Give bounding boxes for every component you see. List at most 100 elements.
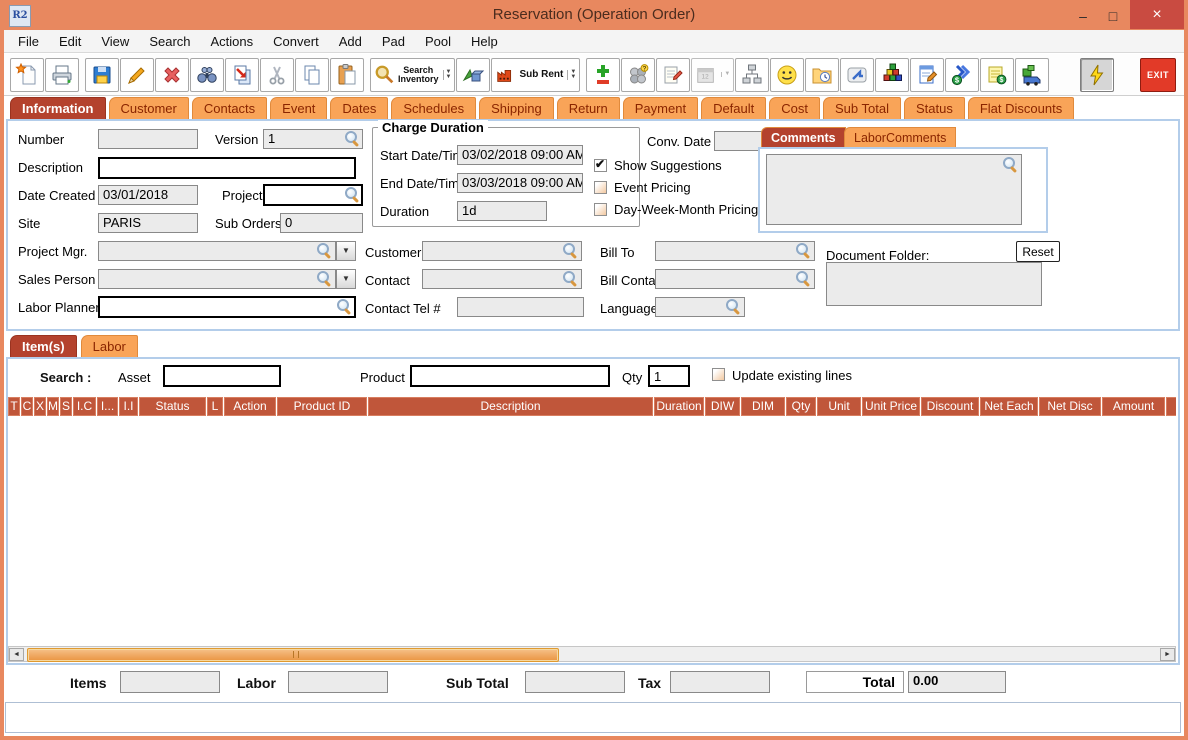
col-ic[interactable]: I.C: [73, 397, 96, 416]
menu-convert[interactable]: Convert: [263, 32, 329, 51]
find-button[interactable]: [190, 57, 224, 92]
tab-labor-comments[interactable]: LaborComments: [844, 127, 957, 148]
bill-contact-field[interactable]: [655, 269, 815, 289]
tab-dates[interactable]: Dates: [330, 97, 389, 120]
delete-button[interactable]: [155, 57, 189, 92]
menu-search[interactable]: Search: [139, 32, 200, 51]
tab-customer[interactable]: Customer: [108, 97, 189, 120]
sales-person-dropdown-button[interactable]: ▼: [336, 269, 356, 289]
copy-to-button[interactable]: [225, 57, 259, 92]
col-ii[interactable]: I.I: [119, 397, 138, 416]
col-l[interactable]: L: [207, 397, 223, 416]
sales-person-search-icon[interactable]: [316, 271, 332, 286]
edit-button[interactable]: [120, 57, 154, 92]
col-dim[interactable]: DIM: [741, 397, 785, 416]
update-existing-lines-checkbox[interactable]: [712, 368, 725, 381]
col-i-dots[interactable]: I...: [97, 397, 118, 416]
minimize-button[interactable]: –: [1068, 2, 1098, 28]
sub-rent-button[interactable]: Sub Rent ▼ ▼: [491, 57, 581, 92]
col-net-disc[interactable]: Net Disc: [1039, 397, 1101, 416]
add-remove-button[interactable]: [586, 57, 621, 92]
copy-button[interactable]: [295, 57, 329, 92]
tab-cost[interactable]: Cost: [769, 97, 820, 120]
col-action[interactable]: Action: [224, 397, 276, 416]
customer-search-icon[interactable]: [562, 243, 578, 258]
shapes-button[interactable]: [456, 57, 491, 92]
contact-search-icon[interactable]: [562, 271, 578, 286]
search-inventory-button[interactable]: Search Inventory ▼ ▼: [370, 57, 456, 92]
smiley-button[interactable]: [770, 57, 805, 92]
col-amount[interactable]: Amount: [1102, 397, 1165, 416]
print-button[interactable]: [45, 57, 79, 92]
tab-information[interactable]: Information: [10, 97, 106, 120]
notes-button[interactable]: [656, 57, 691, 92]
language-search-icon[interactable]: [725, 299, 741, 314]
menu-view[interactable]: View: [91, 32, 139, 51]
col-t[interactable]: T: [8, 397, 20, 416]
event-pricing-checkbox[interactable]: [594, 181, 607, 194]
asset-input[interactable]: [163, 365, 281, 387]
cut-button[interactable]: [260, 57, 294, 92]
project-mgr-field[interactable]: [98, 241, 336, 261]
shortcut-key-button[interactable]: [840, 57, 875, 92]
project-search-icon[interactable]: [344, 187, 360, 202]
description-input[interactable]: [98, 157, 356, 179]
col-s[interactable]: S: [60, 397, 72, 416]
close-button[interactable]: ×: [1130, 0, 1184, 29]
menu-edit[interactable]: Edit: [49, 32, 91, 51]
menu-pad[interactable]: Pad: [372, 32, 415, 51]
duration-field[interactable]: 1d: [457, 201, 547, 221]
col-c[interactable]: C: [21, 397, 33, 416]
bill-to-field[interactable]: [655, 241, 815, 261]
comments-textarea[interactable]: [766, 154, 1022, 225]
col-unit-price[interactable]: Unit Price: [862, 397, 920, 416]
col-discount[interactable]: Discount: [921, 397, 979, 416]
tab-items[interactable]: Item(s): [10, 335, 77, 358]
folder-history-button[interactable]: [805, 57, 840, 92]
start-datetime-field[interactable]: 03/02/2018 09:00 AM: [457, 145, 583, 165]
col-partial[interactable]: [1166, 397, 1176, 416]
col-description[interactable]: Description: [368, 397, 653, 416]
labor-planner-search-icon[interactable]: [336, 299, 352, 314]
bill-contact-search-icon[interactable]: [795, 271, 811, 286]
customer-field[interactable]: [422, 241, 582, 261]
tab-comments[interactable]: Comments: [761, 127, 846, 148]
show-suggestions-checkbox[interactable]: ✔: [594, 157, 607, 172]
comments-search-icon[interactable]: [1002, 157, 1018, 172]
version-search-icon[interactable]: [344, 131, 360, 146]
scroll-left-button[interactable]: ◄: [9, 648, 24, 661]
menu-pool[interactable]: Pool: [415, 32, 461, 51]
project-mgr-search-icon[interactable]: [316, 243, 332, 258]
hscroll-thumb[interactable]: [27, 648, 559, 662]
paste-button[interactable]: [330, 57, 364, 92]
new-document-button[interactable]: [10, 57, 44, 92]
qty-input[interactable]: [648, 365, 690, 387]
tab-status[interactable]: Status: [903, 97, 965, 120]
tab-sub-total[interactable]: Sub Total: [823, 97, 901, 120]
tab-return[interactable]: Return: [556, 97, 620, 120]
charges-notes-button[interactable]: $: [980, 57, 1015, 92]
double-dropdown-icon[interactable]: ▼ ▼: [567, 69, 576, 80]
org-chart-button[interactable]: [735, 57, 770, 92]
contact-field[interactable]: [422, 269, 582, 289]
col-net-each[interactable]: Net Each: [980, 397, 1038, 416]
bill-to-search-icon[interactable]: [795, 243, 811, 258]
col-x[interactable]: X: [34, 397, 46, 416]
shipping-button[interactable]: [1015, 57, 1050, 92]
menu-actions[interactable]: Actions: [201, 32, 264, 51]
tab-default[interactable]: Default: [701, 97, 767, 120]
end-datetime-field[interactable]: 03/03/2018 09:00 AM: [457, 173, 583, 193]
col-product-id[interactable]: Product ID: [277, 397, 367, 416]
maximize-button[interactable]: □: [1098, 2, 1128, 28]
cubes-button[interactable]: [875, 57, 910, 92]
tab-payment[interactable]: Payment: [622, 97, 699, 120]
tab-shipping[interactable]: Shipping: [479, 97, 554, 120]
tab-labor[interactable]: Labor: [80, 335, 138, 358]
col-diw[interactable]: DIW: [705, 397, 740, 416]
exit-button[interactable]: EXIT: [1140, 57, 1176, 92]
tab-contacts[interactable]: Contacts: [191, 97, 268, 120]
scroll-right-button[interactable]: ►: [1160, 648, 1175, 661]
tab-schedules[interactable]: Schedules: [391, 97, 477, 120]
labor-planner-input[interactable]: [98, 296, 356, 318]
edit-notes-button[interactable]: [910, 57, 945, 92]
